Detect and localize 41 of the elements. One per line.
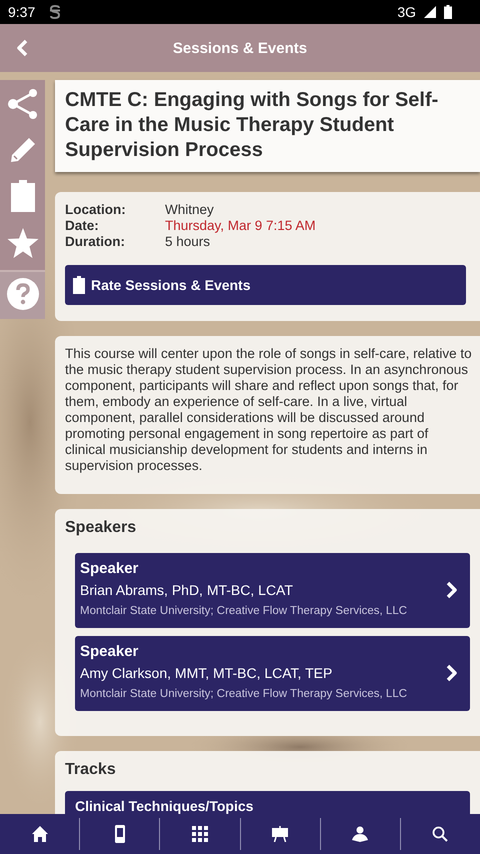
session-description: This course will center upon the role of songs in self-care, relative to the music therapy student supervision process. In an asynchronous component, participants will share and reflect upon songs that, for them, embody an experience of self-care. In a live, virtual component, parallel considerations will be discussed around promoting personal engagement in song repertoire as part of clinical musicianship development for students and interns in supervision processes. xyxy=(65,346,472,474)
speaker-role: Speaker xyxy=(80,559,140,579)
back-icon[interactable] xyxy=(16,39,28,57)
chevron-right-icon xyxy=(446,664,458,682)
clipboard-icon[interactable] xyxy=(10,180,34,212)
session-title: CMTE C: Engaging with Songs for Self-Care in the Music Therapy Student Supervision Process xyxy=(65,88,440,163)
speaker-affiliation: Montclair State University; Creative Flow Therapy Services, LLC xyxy=(80,687,408,702)
screen-title: Sessions & Events xyxy=(172,40,308,56)
chevron-right-icon xyxy=(446,581,458,599)
detail-value: 5 hours xyxy=(165,234,212,250)
person-icon[interactable] xyxy=(352,826,368,842)
share-icon[interactable] xyxy=(6,88,38,120)
star-icon[interactable] xyxy=(6,228,38,258)
phone-icon[interactable] xyxy=(114,825,125,843)
speaker-affiliation: Montclair State University; Creative Flow Therapy Services, LLC xyxy=(80,604,408,619)
pencil-icon[interactable] xyxy=(8,136,36,164)
help-icon[interactable] xyxy=(6,278,38,310)
section-heading: Tracks xyxy=(65,761,117,780)
grid-icon[interactable] xyxy=(192,826,208,842)
status-time: 9:37 xyxy=(8,4,36,20)
detail-value: Whitney xyxy=(165,202,215,218)
speaker-card[interactable]: Speaker Brian Abrams, PhD, MT-BC, LCAT Montclair State University; Creative Flow Therapy Services, LLC xyxy=(75,553,470,628)
detail-label: Date: xyxy=(65,218,100,234)
speaker-card[interactable]: Speaker Amy Clarkson, MMT, MT-BC, LCAT, TEP Montclair State University; Creative Flow Therapy Services, LLC xyxy=(75,636,470,711)
battery-icon xyxy=(444,5,452,19)
detail-value: Thursday, Mar 9 7:15 AM xyxy=(165,218,317,234)
detail-label: Duration: xyxy=(65,234,126,250)
easel-icon[interactable] xyxy=(272,826,288,842)
speaker-role: Speaker xyxy=(80,642,140,662)
speaker-name: Amy Clarkson, MMT, MT-BC, LCAT, TEP xyxy=(80,664,334,683)
speaker-name: Brian Abrams, PhD, MT-BC, LCAT xyxy=(80,581,294,600)
track-item[interactable]: Clinical Techniques/Topics xyxy=(65,791,470,814)
search-icon[interactable] xyxy=(432,826,448,842)
signal-icon xyxy=(424,6,436,18)
clipboard-icon xyxy=(73,276,85,294)
app-notification-icon xyxy=(49,5,62,19)
section-heading: Speakers xyxy=(65,519,138,538)
home-icon[interactable] xyxy=(32,826,48,842)
network-type: 3G xyxy=(397,4,416,20)
rate-button[interactable]: Rate Sessions & Events xyxy=(65,265,466,305)
detail-label: Location: xyxy=(65,202,127,218)
